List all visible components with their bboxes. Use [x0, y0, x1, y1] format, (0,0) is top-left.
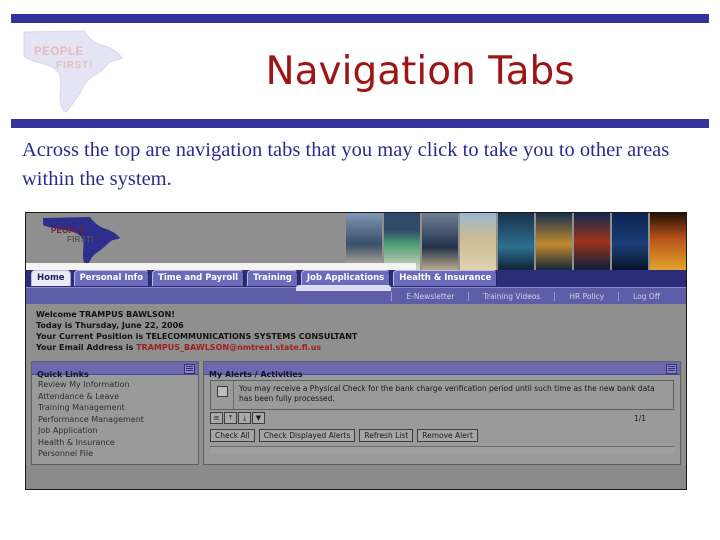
- alerts-panel: My Alerts / Activities You may receive a…: [203, 361, 681, 466]
- utility-link-log-off[interactable]: Log Off: [618, 291, 674, 301]
- alert-message: You may receive a Physical Check for the…: [239, 384, 655, 404]
- quick-links-header: Quick Links: [32, 362, 198, 379]
- pager-previous-icon[interactable]: ⤒: [224, 412, 237, 425]
- pager-next-icon[interactable]: ⤓: [238, 412, 251, 425]
- minimize-icon[interactable]: [666, 364, 677, 375]
- alerts-panel-footer: [210, 446, 674, 454]
- masthead-photo-strip: [346, 213, 686, 270]
- photo-tile: [612, 213, 648, 270]
- welcome-greeting: Welcome TRAMPUS BAWLSON!: [36, 310, 175, 319]
- nav-tab-job-applications[interactable]: Job Applications: [300, 270, 391, 286]
- quick-links-panel: Quick Links Review My Information Attend…: [31, 361, 199, 466]
- masthead-divider: [26, 263, 416, 270]
- quick-links-title: Quick Links: [37, 370, 89, 380]
- nav-tab-health-and-insurance[interactable]: Health & Insurance: [393, 270, 498, 286]
- dashboard-panels: Quick Links Review My Information Attend…: [26, 357, 686, 466]
- logo-line-2: FIRST!: [56, 59, 93, 72]
- welcome-email-value[interactable]: TRAMPUS_BAWLSON@nmtreal.state.fl.us: [136, 343, 321, 352]
- quick-link-personnel-file[interactable]: Personnel File: [38, 448, 198, 460]
- photo-tile: [422, 213, 458, 270]
- quick-link-performance-management[interactable]: Performance Management: [38, 414, 198, 426]
- alerts-title: My Alerts / Activities: [209, 370, 303, 380]
- minimize-icon[interactable]: [184, 364, 195, 375]
- people-first-logo: PEOPLE FIRST!: [18, 28, 130, 116]
- alert-checkbox[interactable]: [216, 386, 228, 398]
- quick-link-job-application[interactable]: Job Application: [38, 425, 198, 437]
- utility-nav-bar: E-Newsletter Training Videos HR Policy L…: [26, 285, 686, 304]
- photo-tile: [536, 213, 572, 270]
- app-logo: PEOPLE FIRST!: [38, 215, 128, 267]
- nav-tab-personal-info[interactable]: Personal Info: [73, 270, 150, 286]
- quick-links-list: Review My Information Attendance & Leave…: [32, 375, 198, 460]
- alerts-header: My Alerts / Activities: [204, 362, 680, 379]
- utility-link-hr-policy[interactable]: HR Policy: [554, 291, 618, 301]
- nav-tab-training[interactable]: Training: [247, 270, 298, 286]
- title-underline-rule: [11, 119, 709, 128]
- utility-link-training-videos[interactable]: Training Videos: [468, 291, 554, 301]
- app-logo-line-1: PEOPLE: [51, 226, 85, 235]
- active-tab-connector: [296, 285, 391, 291]
- refresh-list-button[interactable]: Refresh List: [359, 429, 414, 443]
- photo-tile: [498, 213, 534, 270]
- photo-tile: [460, 213, 496, 270]
- welcome-position: Your Current Position is TELECOMMUNICATI…: [36, 332, 358, 342]
- alert-pager-buttons: ≡ ⤒ ⤓ ▼: [210, 412, 265, 425]
- pager-first-icon[interactable]: ≡: [210, 412, 223, 425]
- app-logo-wordmark: PEOPLE FIRST!: [51, 226, 94, 245]
- body-text: Across the top are navigation tabs that …: [22, 139, 670, 191]
- alert-page-count: 1/1: [633, 413, 646, 423]
- alert-action-buttons: Check All Check Displayed Alerts Refresh…: [210, 429, 674, 443]
- alert-pager-row: ≡ ⤒ ⤓ ▼ 1/1: [210, 412, 674, 425]
- welcome-date: Today is Thursday, June 22, 2006: [36, 321, 184, 331]
- alert-row: You may receive a Physical Check for the…: [210, 380, 674, 411]
- check-all-button[interactable]: Check All: [210, 429, 255, 443]
- photo-tile: [574, 213, 610, 270]
- check-displayed-alerts-button[interactable]: Check Displayed Alerts: [258, 429, 356, 443]
- utility-link-e-newsletter[interactable]: E-Newsletter: [391, 291, 468, 301]
- nav-tab-time-and-payroll[interactable]: Time and Payroll: [152, 270, 245, 286]
- remove-alert-button[interactable]: Remove Alert: [417, 429, 478, 443]
- slide: PEOPLE FIRST! Navigation Tabs Across the…: [0, 0, 720, 540]
- quick-link-training-management[interactable]: Training Management: [38, 402, 198, 414]
- app-logo-line-2: FIRST!: [67, 234, 94, 244]
- quick-link-attendance-and-leave[interactable]: Attendance & Leave: [38, 391, 198, 403]
- welcome-email-label: Your Email Address is: [36, 343, 137, 353]
- embedded-app-screenshot: PEOPLE FIRST! Home Personal Info Time an…: [25, 212, 687, 490]
- welcome-block: Welcome TRAMPUS BAWLSON! Today is Thursd…: [26, 304, 686, 358]
- photo-tile: [650, 213, 686, 270]
- welcome-email-row: Your Email Address is TRAMPUS_BAWLSON@nm…: [36, 342, 686, 353]
- quick-link-health-and-insurance[interactable]: Health & Insurance: [38, 437, 198, 449]
- top-rule: [11, 14, 709, 23]
- nav-tab-home[interactable]: Home: [31, 270, 71, 286]
- logo-line-1: PEOPLE: [34, 46, 84, 58]
- photo-tile: [384, 213, 420, 270]
- quick-link-review-my-information[interactable]: Review My Information: [38, 379, 198, 391]
- page-title: Navigation Tabs: [265, 49, 575, 94]
- alert-checkbox-cell: [211, 381, 234, 410]
- logo-wordmark: PEOPLE FIRST!: [34, 46, 93, 71]
- photo-tile: [346, 213, 382, 270]
- pager-last-icon[interactable]: ▼: [252, 412, 265, 425]
- app-masthead: PEOPLE FIRST!: [26, 213, 686, 270]
